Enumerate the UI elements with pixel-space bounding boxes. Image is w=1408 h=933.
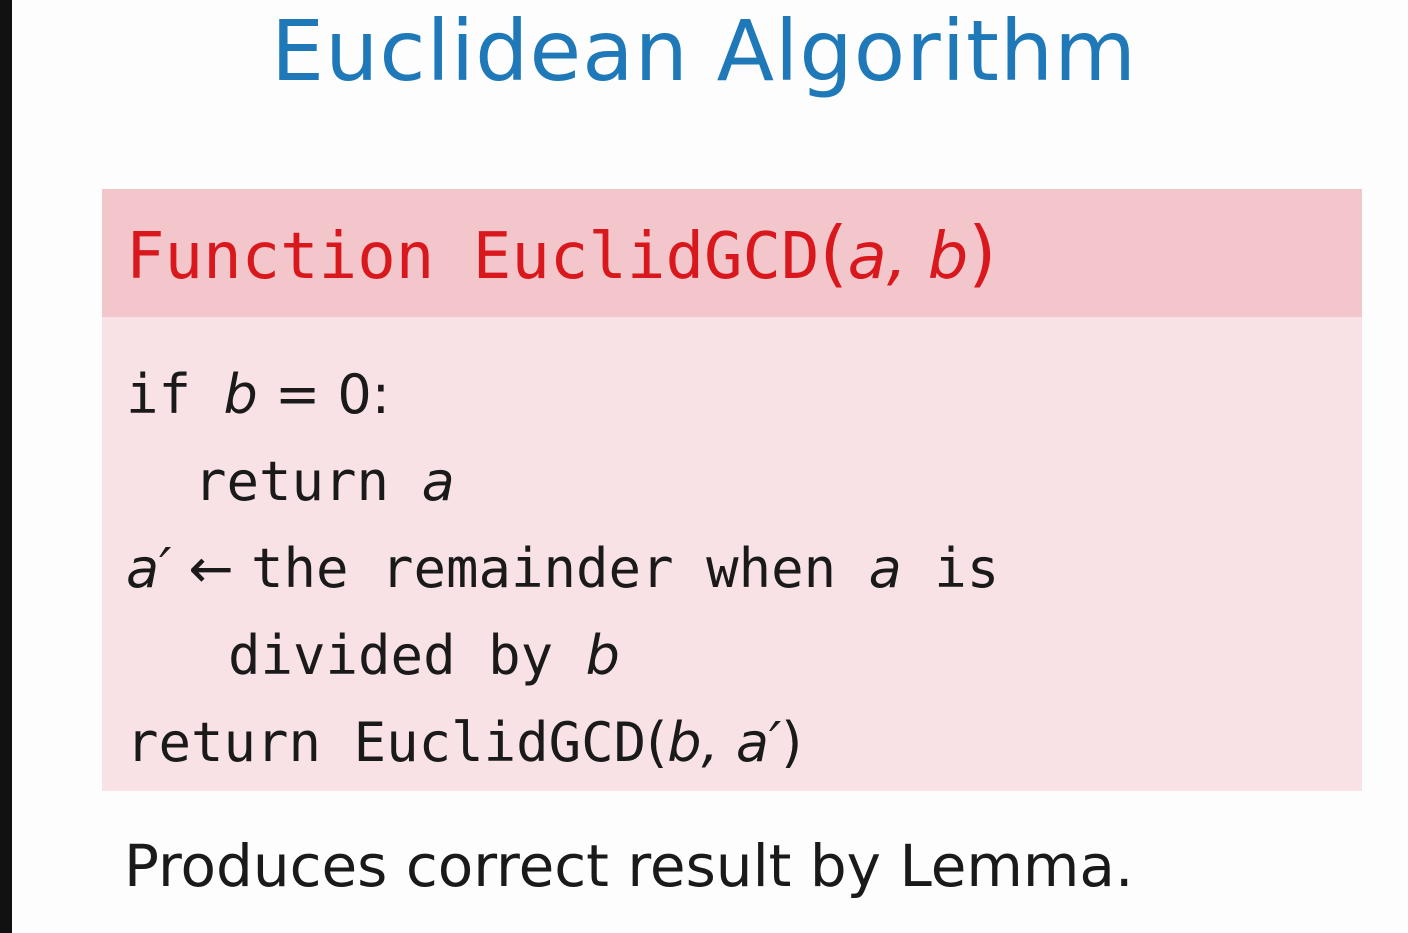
arg-a-prime: a′	[735, 711, 782, 774]
var-b: b	[585, 624, 620, 687]
algorithm-block-body: if b = 0: return a a′ ← the remainder wh…	[102, 317, 1362, 791]
arg-comma: ,	[701, 711, 736, 774]
param-comma: ,	[886, 220, 928, 294]
algorithm-block: Function EuclidGCD(a, b) if b = 0: retur…	[102, 189, 1362, 791]
divided-by-text: divided by	[228, 624, 586, 687]
var-b: b	[223, 363, 258, 426]
close-paren: )	[781, 711, 803, 774]
code-line-recursive-return: return EuclidGCD(b, a′)	[126, 699, 1362, 786]
code-line-if: if b = 0:	[126, 351, 1362, 438]
slide-title: Euclidean Algorithm	[271, 2, 1137, 100]
function-signature: Function EuclidGCD(a, b)	[126, 211, 996, 295]
return-keyword: return	[194, 450, 422, 513]
condition-rest: = 0:	[257, 363, 390, 426]
code-line-assign: a′ ← the remainder when a is	[126, 525, 1362, 612]
var-a: a	[868, 537, 902, 600]
var-a-prime: a′	[126, 537, 172, 600]
remainder-text: the remainder when	[250, 537, 869, 600]
left-arrow: ←	[171, 537, 251, 600]
if-keyword: if	[126, 363, 224, 426]
open-paren: (	[819, 211, 848, 295]
close-paren: )	[968, 211, 997, 295]
left-edge-bar	[0, 0, 12, 933]
return-keyword: return	[126, 711, 354, 774]
function-name: EuclidGCD	[472, 220, 820, 294]
algorithm-block-header: Function EuclidGCD(a, b)	[102, 189, 1362, 317]
code-line-divided: divided by b	[126, 612, 1362, 699]
arg-b: b	[667, 711, 702, 774]
slide: Euclidean Algorithm Function EuclidGCD(a…	[0, 0, 1408, 933]
var-a: a	[421, 450, 455, 513]
footer-note: Produces correct result by Lemma.	[124, 832, 1134, 900]
code-line-return-a: return a	[126, 438, 1362, 525]
open-paren: (	[646, 711, 668, 774]
is-text: is	[901, 537, 1000, 600]
param-b: b	[927, 220, 969, 294]
param-a: a	[847, 220, 887, 294]
function-keyword: Function	[126, 220, 473, 294]
function-name: EuclidGCD	[353, 711, 647, 774]
